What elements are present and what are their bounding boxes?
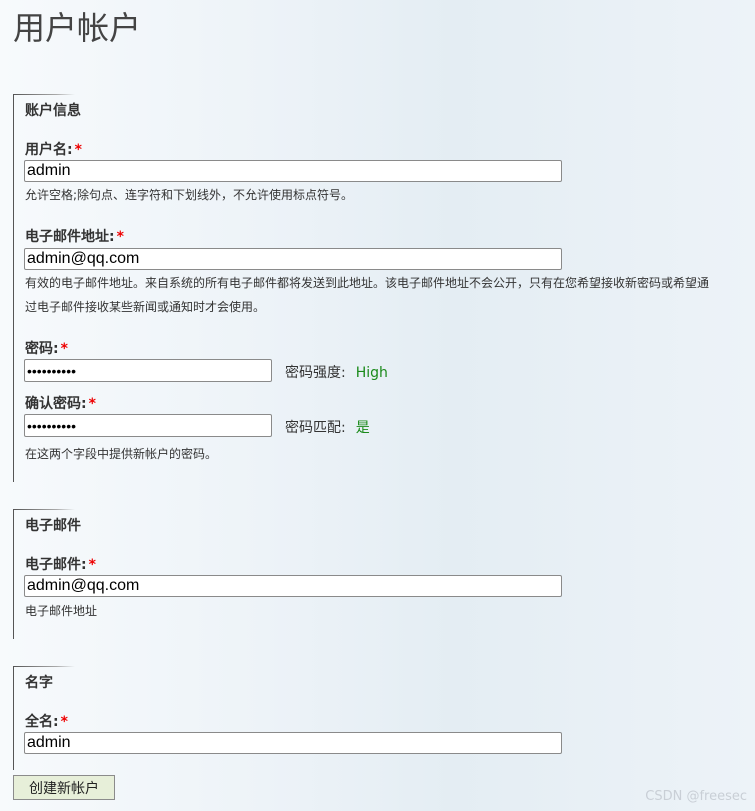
confirm-password-label: 确认密码: * [25, 396, 96, 412]
required-marker: * [88, 396, 96, 412]
required-marker: * [60, 341, 68, 357]
email-label: 电子邮件: * [25, 557, 96, 573]
create-account-button[interactable]: 创建新帐户 [13, 775, 115, 800]
fieldset-border-top [13, 94, 75, 95]
password-label: 密码: * [25, 341, 68, 357]
password-match: 密码匹配: 是 [285, 420, 370, 436]
password-description: 在这两个字段中提供新帐户的密码。 [25, 447, 218, 461]
password-strength-value: High [355, 365, 388, 381]
email-address-description: 有效的电子邮件地址。来自系统的所有电子邮件都将发送到此地址。该电子邮件地址不会公… [25, 276, 710, 314]
email-description: 电子邮件地址 [25, 604, 98, 618]
fieldset-border-left [13, 666, 14, 770]
email-address-input[interactable] [24, 248, 562, 270]
fieldset-legend: 名字 [25, 675, 53, 691]
required-marker: * [60, 714, 68, 730]
fieldset-border-left [13, 94, 14, 482]
username-label: 用户名: * [25, 142, 82, 158]
fieldset-legend: 账户信息 [25, 103, 81, 119]
username-description: 允许空格;除句点、连字符和下划线外，不允许使用标点符号。 [25, 188, 354, 202]
fieldset-border-top [13, 666, 75, 667]
email-input[interactable] [24, 575, 562, 597]
fullname-input[interactable] [24, 732, 562, 754]
page-title: 用户帐户 [13, 9, 142, 47]
fieldset-border-top [13, 509, 75, 510]
password-strength: 密码强度: High [285, 365, 388, 381]
required-marker: * [74, 142, 82, 158]
fullname-label: 全名: * [25, 714, 68, 730]
fieldset-border-left [13, 509, 14, 639]
username-input[interactable] [24, 160, 562, 182]
email-address-label: 电子邮件地址: * [25, 229, 124, 245]
confirm-password-input[interactable] [24, 414, 272, 437]
password-input[interactable] [24, 359, 272, 382]
password-match-value: 是 [355, 420, 370, 436]
required-marker: * [116, 229, 124, 245]
watermark: CSDN @freesec [645, 789, 747, 804]
fieldset-legend: 电子邮件 [25, 518, 81, 534]
required-marker: * [88, 557, 96, 573]
